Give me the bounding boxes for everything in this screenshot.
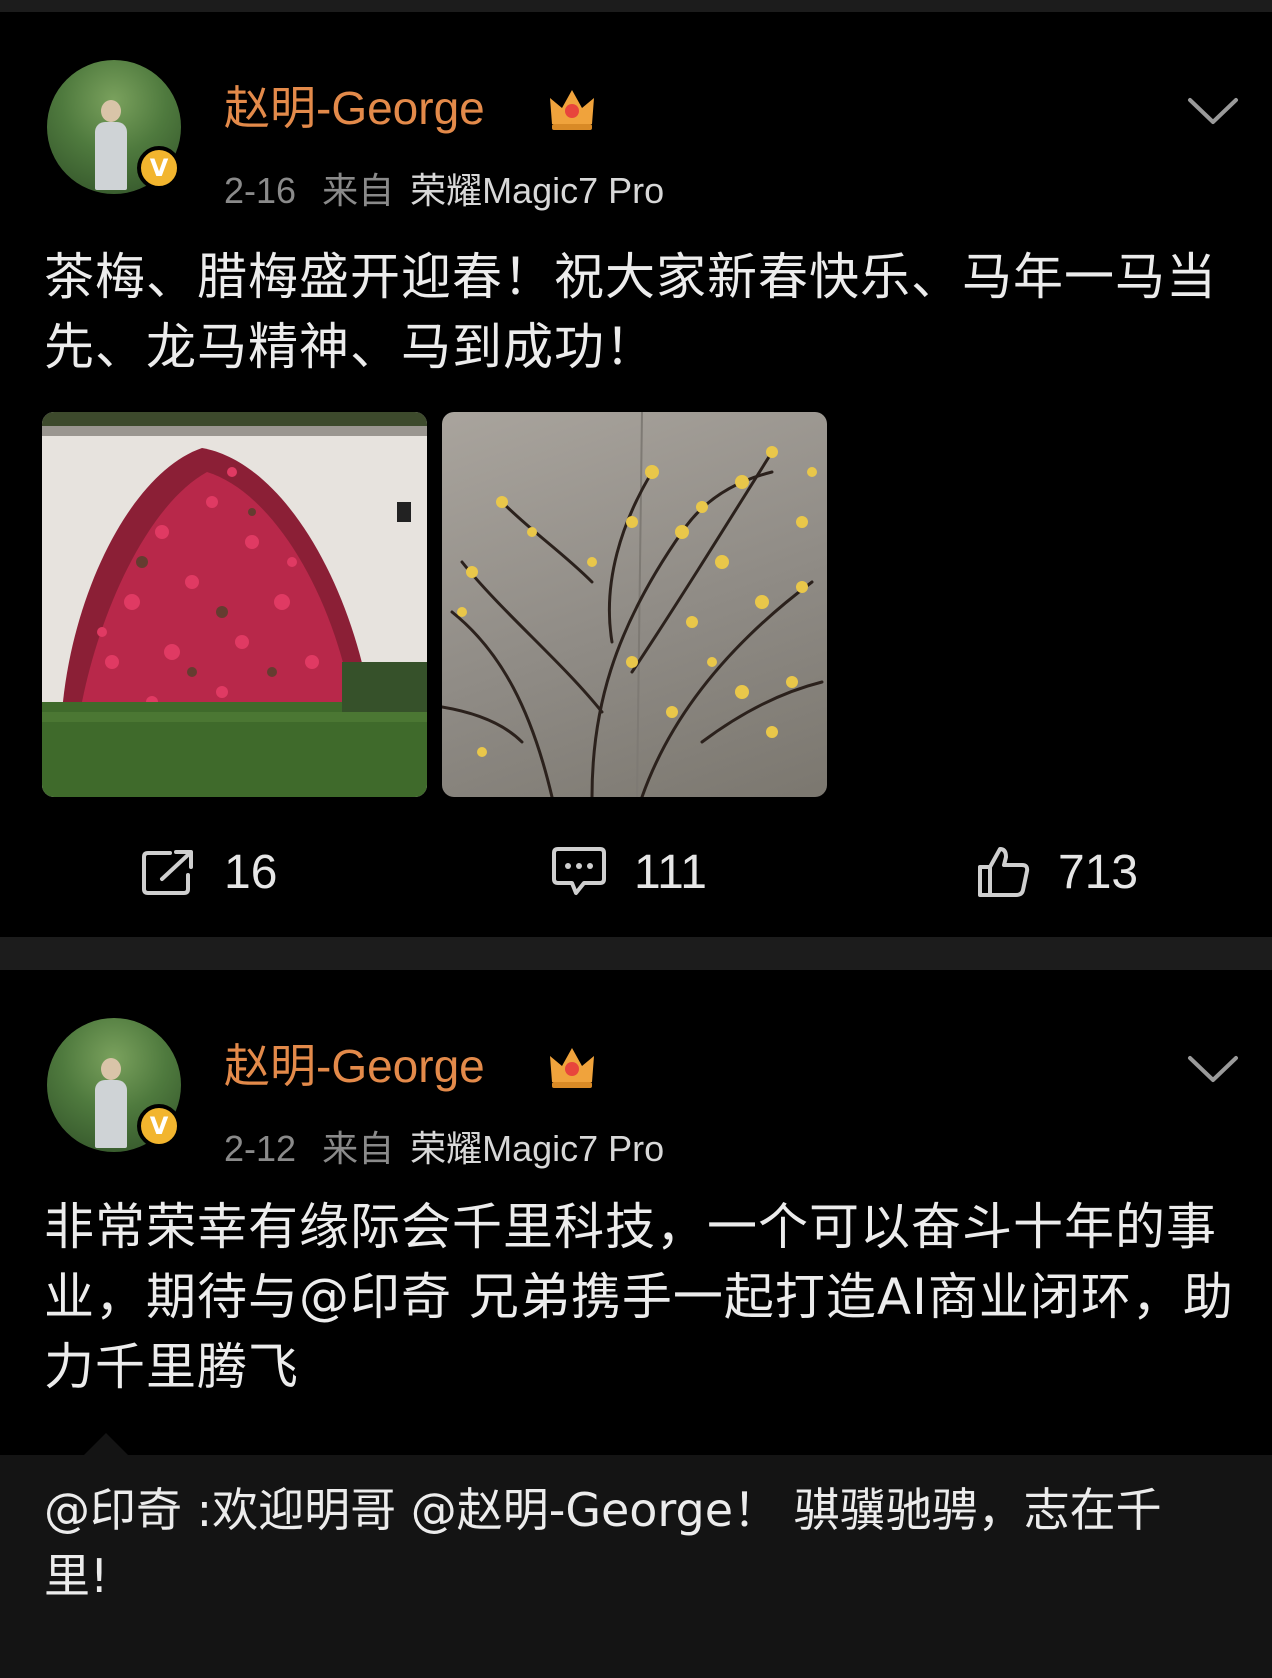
source-device[interactable]: 荣耀Magic7 Pro: [410, 1128, 664, 1169]
post-actions: 16 111 713: [0, 837, 1272, 907]
repost-button[interactable]: 16: [140, 837, 277, 907]
crown-icon: [550, 90, 594, 130]
avatar-person-body: [95, 1080, 127, 1148]
post-date: 2-12: [224, 1128, 297, 1169]
post-card[interactable]: V 赵明-George 2-16 来自 荣耀Magic7 Pro 茶梅、腊梅盛开迎春…: [0, 12, 1272, 937]
quote-notch: [84, 1433, 128, 1455]
repost-icon: [142, 850, 193, 895]
post-date: 2-16: [224, 170, 297, 211]
source-prefix: 来自: [322, 1128, 395, 1169]
avatar-person-body: [95, 122, 127, 190]
post-meta: 2-12 来自 荣耀Magic7 Pro: [224, 1120, 664, 1172]
source-prefix: 来自: [322, 170, 395, 211]
username[interactable]: 赵明-George: [224, 72, 485, 138]
chevron-down-icon[interactable]: [1186, 1054, 1240, 1084]
chevron-down-icon[interactable]: [1186, 96, 1240, 126]
crown-icon: [550, 1048, 594, 1088]
comment-icon: [552, 847, 606, 895]
comment-count: 111: [634, 845, 707, 899]
repost-count: 16: [224, 845, 278, 899]
like-icon: [978, 847, 1030, 897]
camellia-photo[interactable]: [42, 412, 427, 797]
top-strip: [0, 0, 1272, 12]
verified-badge-icon: V: [137, 1104, 181, 1148]
source-device[interactable]: 荣耀Magic7 Pro: [410, 170, 664, 211]
post-separator: [0, 937, 1272, 970]
wintersweet-photo[interactable]: [442, 412, 827, 797]
quote-text: @印奇 :欢迎明哥 @赵明-George！ 骐骥驰骋，志在千里!: [44, 1483, 1162, 1603]
comment-button[interactable]: 111: [550, 837, 707, 907]
avatar-person-head: [101, 1058, 121, 1080]
like-count: 713: [1058, 845, 1139, 899]
quoted-reply[interactable]: @印奇 :欢迎明哥 @赵明-George！ 骐骥驰骋，志在千里!: [0, 1433, 1272, 1678]
like-button[interactable]: 713: [976, 837, 1138, 907]
avatar-person-head: [101, 100, 121, 122]
username[interactable]: 赵明-George: [224, 1030, 485, 1096]
post-text: 非常荣幸有缘际会千里科技，一个可以奋斗十年的事业，期待与@印奇 兄弟携手一起打造…: [44, 1198, 1234, 1396]
post-meta: 2-16 来自 荣耀Magic7 Pro: [224, 162, 664, 214]
post-text: 茶梅、腊梅盛开迎春！祝大家新春快乐、马年一马当先、龙马精神、马到成功！: [44, 248, 1217, 376]
post-card[interactable]: V 赵明-George 2-12 来自 荣耀Magic7 Pro 非常荣幸有缘际会千…: [0, 970, 1272, 1678]
verified-badge-icon: V: [137, 146, 181, 190]
